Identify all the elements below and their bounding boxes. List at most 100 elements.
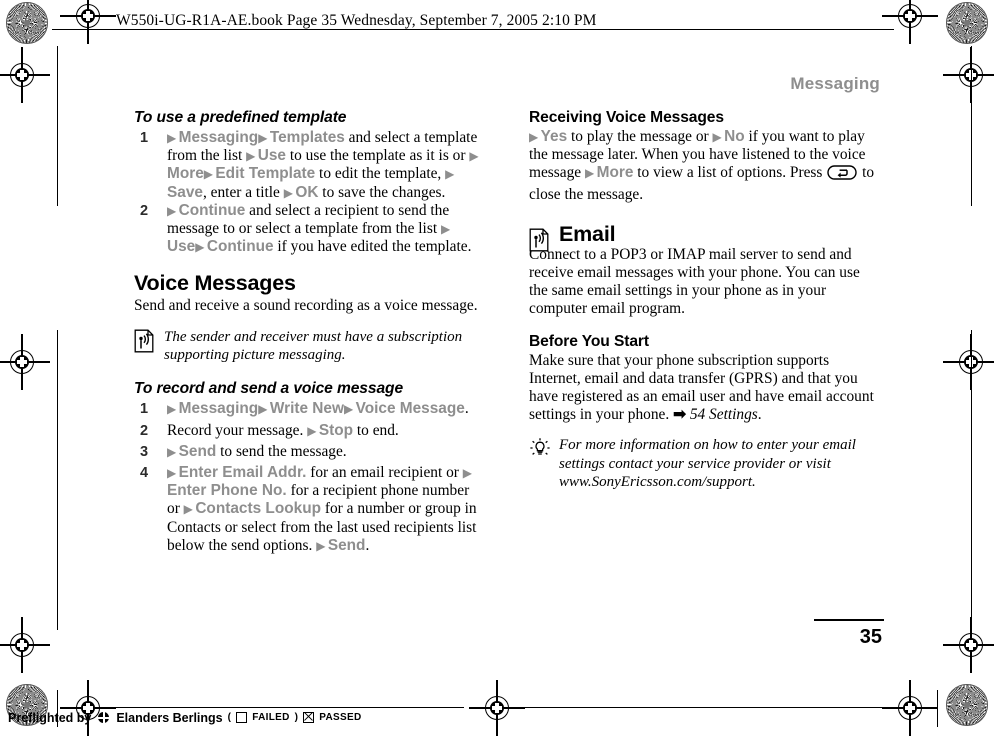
registration-cross-right-lower-icon bbox=[943, 617, 994, 673]
menu-command: Use bbox=[257, 147, 286, 165]
registration-cross-left-upper-icon bbox=[0, 47, 50, 103]
crop-line-bottom-right-vertical bbox=[937, 690, 938, 727]
preflight-close-paren: ) bbox=[294, 712, 299, 723]
running-head-title: Messaging bbox=[790, 74, 880, 93]
menu-command: No bbox=[724, 128, 745, 145]
file-slug-line: W550i-UG-R1A-AE.book Page 35 Wednesday, … bbox=[116, 12, 597, 29]
steps-record-voice-message: 1 ▶ Messaging▶ Write New▶ Voice Message.… bbox=[134, 400, 482, 555]
menu-arrow-icon: ▶ bbox=[167, 466, 179, 481]
cross-reference-link[interactable]: 54 Settings bbox=[690, 406, 758, 423]
crop-line-left-lower bbox=[57, 330, 58, 630]
page-number: 35 bbox=[859, 626, 882, 648]
crop-line-bottom-right bbox=[512, 707, 894, 708]
mms-signal-icon bbox=[134, 329, 154, 353]
heading-voice-messages: Voice Messages bbox=[134, 271, 296, 296]
preflight-stamp: Preflighted by Elanders Berlings ( FAILE… bbox=[8, 710, 361, 725]
menu-arrow-icon: ▶ bbox=[246, 149, 258, 164]
menu-command: Continue bbox=[206, 238, 274, 256]
heading-receiving-voice-messages: Receiving Voice Messages bbox=[529, 109, 724, 126]
menu-command: Messaging bbox=[178, 400, 259, 418]
note-text: The sender and receiver must have a subs… bbox=[164, 328, 463, 364]
preflight-failed-label: FAILED bbox=[252, 712, 290, 723]
preflight-company: Elanders Berlings bbox=[116, 710, 223, 725]
crop-line-right-lower bbox=[971, 330, 972, 630]
step-item: 2 Record your message. ▶ Stop to end. bbox=[134, 422, 482, 440]
folio-rule bbox=[814, 619, 884, 621]
crop-line-left-upper bbox=[57, 46, 58, 206]
step-number: 2 bbox=[140, 422, 149, 439]
step-item: 1 ▶ Messaging▶ Templates and select a te… bbox=[134, 129, 482, 202]
registration-cross-bottom-center-icon bbox=[469, 680, 525, 736]
menu-arrow-icon: ▶ bbox=[307, 423, 319, 438]
menu-arrow-icon: ▶ bbox=[183, 502, 196, 517]
email-section-header: Email bbox=[529, 222, 877, 252]
crop-line-bottom-left bbox=[104, 707, 464, 708]
step-text: Record your message. ▶ Stop to end. bbox=[167, 421, 399, 439]
menu-command: More bbox=[596, 164, 634, 182]
heading-to-use-predefined-template: To use a predefined template bbox=[134, 109, 347, 126]
menu-arrow-icon: ▶ bbox=[469, 149, 481, 164]
steps-predefined-template: 1 ▶ Messaging▶ Templates and select a te… bbox=[134, 129, 482, 256]
menu-command: Stop bbox=[318, 421, 354, 439]
preflight-prefix: Preflighted by bbox=[8, 710, 92, 725]
registration-cross-left-lower-icon bbox=[0, 617, 50, 673]
menu-arrow-icon: ▶ bbox=[167, 444, 179, 459]
menu-arrow-icon: ▶ bbox=[529, 130, 541, 144]
menu-command: Save bbox=[167, 183, 203, 201]
step-text: ▶ Send to send the message. bbox=[167, 442, 347, 460]
menu-arrow-icon: ▶ bbox=[283, 185, 296, 200]
step-number: 3 bbox=[140, 443, 149, 460]
menu-command: Send bbox=[327, 536, 366, 554]
mms-signal-icon bbox=[529, 228, 549, 252]
voice-messages-body: Send and receive a sound recording as a … bbox=[134, 297, 478, 315]
preflight-open-paren: ( bbox=[227, 712, 232, 723]
menu-command: Templates bbox=[269, 129, 345, 146]
step-item: 1 ▶ Messaging▶ Write New▶ Voice Message. bbox=[134, 400, 482, 418]
registration-cross-top-right-icon bbox=[882, 0, 938, 44]
menu-command: Continue bbox=[178, 201, 246, 219]
receiving-voice-messages-text: ▶ Yes to play the message or ▶ No if you… bbox=[529, 128, 875, 203]
step-text: ▶ Enter Email Addr. for an email recipie… bbox=[167, 464, 477, 554]
menu-arrow-icon: ▶ bbox=[712, 130, 725, 144]
registration-rosette-bottom-right-icon bbox=[946, 684, 988, 726]
menu-arrow-icon: ▶ bbox=[258, 131, 270, 145]
elanders-logo-icon bbox=[96, 710, 112, 725]
menu-command: Use bbox=[167, 238, 196, 256]
menu-arrow-icon: ▶ bbox=[445, 167, 457, 182]
tip-text: For more information on how to enter you… bbox=[559, 437, 856, 491]
step-number: 2 bbox=[140, 202, 149, 219]
crop-line-top-left bbox=[52, 29, 112, 30]
step-number: 4 bbox=[140, 465, 149, 482]
note-picture-messaging: The sender and receiver must have a subs… bbox=[134, 328, 482, 365]
right-column: Receiving Voice Messages ▶ Yes to play t… bbox=[529, 108, 877, 492]
tip-email-settings: For more information on how to enter you… bbox=[529, 436, 877, 491]
cross-reference-arrow-icon: ➡︎ bbox=[673, 406, 690, 424]
menu-arrow-icon: ▶ bbox=[203, 167, 216, 182]
menu-arrow-icon: ▶ bbox=[462, 466, 475, 481]
preflight-passed-label: PASSED bbox=[319, 712, 362, 723]
passed-checkbox bbox=[303, 712, 315, 723]
menu-arrow-icon: ▶ bbox=[167, 203, 179, 218]
menu-arrow-icon: ▶ bbox=[167, 402, 179, 417]
menu-arrow-icon: ▶ bbox=[195, 240, 207, 255]
menu-arrow-icon: ▶ bbox=[343, 402, 356, 417]
failed-checkbox bbox=[236, 712, 248, 723]
menu-arrow-icon: ▶ bbox=[585, 166, 597, 181]
crop-line-right-upper bbox=[971, 46, 972, 206]
step-text: ▶ Continue and select a recipient to sen… bbox=[167, 201, 472, 256]
before-you-start-text: Make sure that your phone subscription s… bbox=[529, 351, 874, 424]
menu-arrow-icon: ▶ bbox=[440, 222, 453, 237]
menu-command: Voice Message bbox=[355, 400, 465, 418]
menu-command: OK bbox=[295, 183, 319, 201]
heading-to-record-and-send-voice-message: To record and send a voice message bbox=[134, 380, 404, 398]
registration-rosette-top-left-icon bbox=[6, 2, 48, 44]
step-item: 2 ▶ Continue and select a recipient to s… bbox=[134, 202, 482, 257]
registration-cross-bottom-right-icon bbox=[882, 680, 938, 736]
registration-rosette-top-right-icon bbox=[946, 2, 988, 44]
menu-command: Send bbox=[178, 442, 217, 460]
menu-command: Enter Phone No. bbox=[167, 482, 287, 500]
document-page: W550i-UG-R1A-AE.book Page 35 Wednesday, … bbox=[0, 0, 994, 736]
email-body: Connect to a POP3 or IMAP mail server to… bbox=[529, 245, 860, 318]
menu-command: Edit Template bbox=[215, 165, 316, 183]
registration-cross-left-middle-icon bbox=[0, 334, 50, 390]
